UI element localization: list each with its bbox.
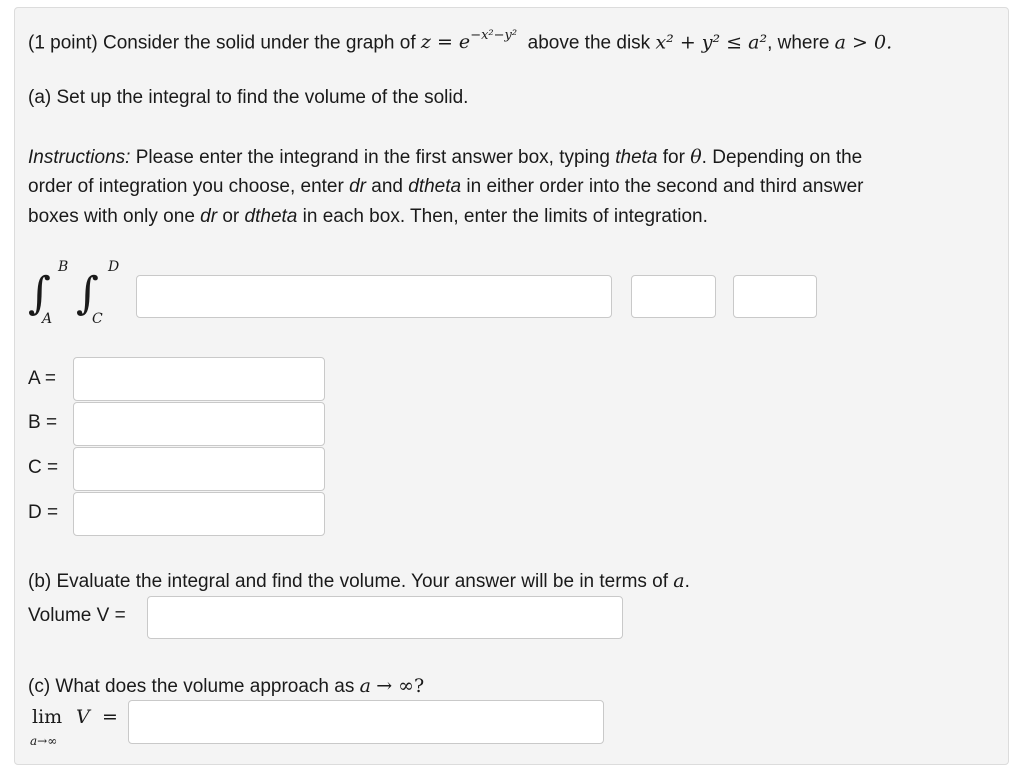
outer-upper-limit: B [58, 259, 69, 275]
disk-equation: x² + y² ≤ a² [655, 31, 768, 54]
where-text: , where [767, 32, 830, 54]
label-b: B = [28, 412, 58, 433]
limit-a-input[interactable] [73, 357, 325, 401]
label-c: C = [28, 457, 59, 478]
part-b-prompt: (b) Evaluate the integral and find the v… [28, 570, 690, 592]
limit-input[interactable] [128, 700, 604, 744]
above-text: above the disk [527, 32, 651, 54]
limit-c-input[interactable] [73, 447, 325, 491]
differential-1-input[interactable] [631, 275, 716, 318]
label-d: D = [28, 502, 59, 523]
instructions-line-3: boxes with only one dr or dtheta in each… [28, 206, 708, 227]
condition: a > 0. [834, 31, 893, 54]
volume-input[interactable] [147, 596, 623, 639]
outer-lower-limit: A [42, 311, 53, 327]
lim-equals: = [102, 706, 118, 728]
limit-b-input[interactable] [73, 402, 325, 446]
part-c-prompt: (c) What does the volume approach as a →… [28, 675, 425, 697]
integrand-input[interactable] [136, 275, 612, 318]
volume-label: Volume V = [28, 605, 126, 626]
question-header: (1 point) Consider the solid under the g… [28, 24, 892, 57]
z-equation: z = e−x²−y² [420, 28, 518, 54]
lim-subscript: a→∞ [30, 734, 58, 748]
limit-d-input[interactable] [73, 492, 325, 536]
inner-lower-limit: C [92, 311, 103, 327]
integral-sign-outer: ∫ [28, 268, 51, 319]
lim-v: V [76, 706, 90, 728]
instructions-line-2: order of integration you choose, enter d… [28, 176, 864, 197]
part-a-prompt: (a) Set up the integral to find the volu… [28, 87, 469, 108]
lim-text: lim [32, 706, 63, 728]
question-text: (1 point) Consider the solid under the g… [28, 32, 416, 54]
instructions-line-1: Instructions: Please enter the integrand… [28, 146, 863, 168]
differential-2-input[interactable] [733, 275, 817, 318]
label-a: A = [28, 368, 56, 389]
integral-sign-inner: ∫ [76, 268, 99, 319]
inner-upper-limit: D [108, 259, 120, 275]
